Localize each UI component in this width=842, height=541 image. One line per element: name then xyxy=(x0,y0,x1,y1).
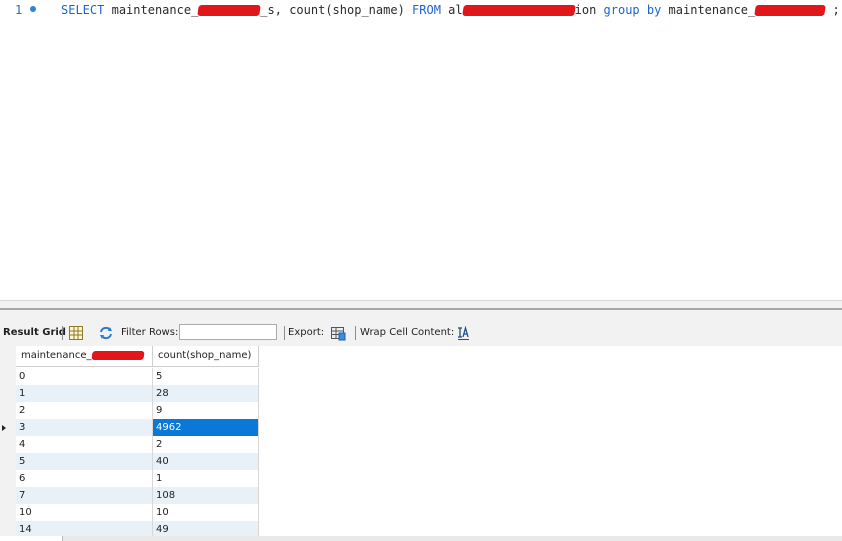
filter-rows-input[interactable] xyxy=(179,324,277,340)
sql-statement[interactable]: SELECT maintenance_ _s, count(shop_name) … xyxy=(61,1,840,19)
grid-cell-maintenance[interactable]: 6 xyxy=(16,470,153,487)
result-grid[interactable]: maintenance_ count(shop_name) 0 5 1 28 2 9 3 49… xyxy=(0,346,842,538)
wrap-text-icon[interactable] xyxy=(456,325,472,341)
panel-splitter[interactable] xyxy=(0,300,842,321)
grid-cell-maintenance[interactable]: 0 xyxy=(16,368,153,385)
grid-cell-maintenance[interactable]: 3 xyxy=(16,419,153,436)
redaction-mark xyxy=(461,5,576,16)
column-header-maintenance[interactable]: maintenance_ xyxy=(16,346,153,367)
refresh-icon[interactable] xyxy=(98,325,114,341)
grid-cell-maintenance[interactable]: 2 xyxy=(16,402,153,419)
current-row-pointer-icon xyxy=(2,425,6,431)
group-column: maintenance_ xyxy=(661,3,756,17)
code-line-1[interactable]: 1 SELECT maintenance_ _s, count(shop_name… xyxy=(0,1,842,19)
grid-cell-count[interactable]: 9 xyxy=(153,402,259,419)
keyword-from: FROM xyxy=(412,3,441,17)
statement-terminator: ; xyxy=(825,3,840,17)
filter-rows-label: Filter Rows: xyxy=(121,327,179,338)
grid-cell-maintenance[interactable]: 10 xyxy=(16,504,153,521)
grid-cell-count[interactable]: 108 xyxy=(153,487,259,504)
row-header-column xyxy=(0,346,16,536)
result-tab[interactable] xyxy=(0,536,63,541)
grid-cell-maintenance[interactable]: 5 xyxy=(16,453,153,470)
grid-cell-count[interactable]: 40 xyxy=(153,453,259,470)
toolbar-divider xyxy=(355,326,356,340)
table-name: al xyxy=(440,3,463,17)
column-name: maintenance_ xyxy=(111,3,199,17)
splitter-handle[interactable] xyxy=(0,308,842,310)
redaction-mark xyxy=(90,350,145,360)
grid-cell-count[interactable]: 1 xyxy=(153,470,259,487)
grid-cell-count[interactable]: 2 xyxy=(153,436,259,453)
execution-marker-icon xyxy=(30,6,36,12)
column-header-label: maintenance_ xyxy=(21,350,92,361)
grid-cell-count[interactable]: 10 xyxy=(153,504,259,521)
column-suffix: _s, xyxy=(260,3,282,17)
redaction-mark xyxy=(754,5,827,16)
export-icon[interactable] xyxy=(330,325,346,341)
grid-cell-maintenance[interactable]: 1 xyxy=(16,385,153,402)
table-suffix: ion xyxy=(574,3,604,17)
column-header-label: count(shop_name) xyxy=(158,350,252,361)
bottom-tab-strip xyxy=(0,536,842,541)
grid-cell-maintenance[interactable]: 7 xyxy=(16,487,153,504)
grid-cell-count[interactable]: 5 xyxy=(153,368,259,385)
grid-cell-maintenance[interactable]: 4 xyxy=(16,436,153,453)
result-toolbar: Result Grid Filter Rows: Export: Wrap Ce… xyxy=(0,320,842,346)
line-number: 1 xyxy=(15,3,23,17)
grid-cell-count[interactable]: 4962 xyxy=(153,419,259,436)
result-grid-tab[interactable]: Result Grid xyxy=(3,326,66,340)
grid-cell-count[interactable]: 28 xyxy=(153,385,259,402)
toolbar-divider xyxy=(284,326,285,340)
keyword-group-by: group by xyxy=(603,3,662,17)
wrap-cell-label: Wrap Cell Content: xyxy=(360,327,455,338)
sql-editor[interactable]: 1 SELECT maintenance_ _s, count(shop_name… xyxy=(0,0,842,300)
grid-view-icon[interactable] xyxy=(68,325,84,341)
toolbar-divider xyxy=(62,326,63,340)
keyword-select: SELECT xyxy=(61,3,105,17)
export-label: Export: xyxy=(288,327,325,338)
column-header-count[interactable]: count(shop_name) xyxy=(153,346,259,367)
count-expression: count(shop_name) xyxy=(281,3,413,17)
redaction-mark xyxy=(197,5,262,16)
